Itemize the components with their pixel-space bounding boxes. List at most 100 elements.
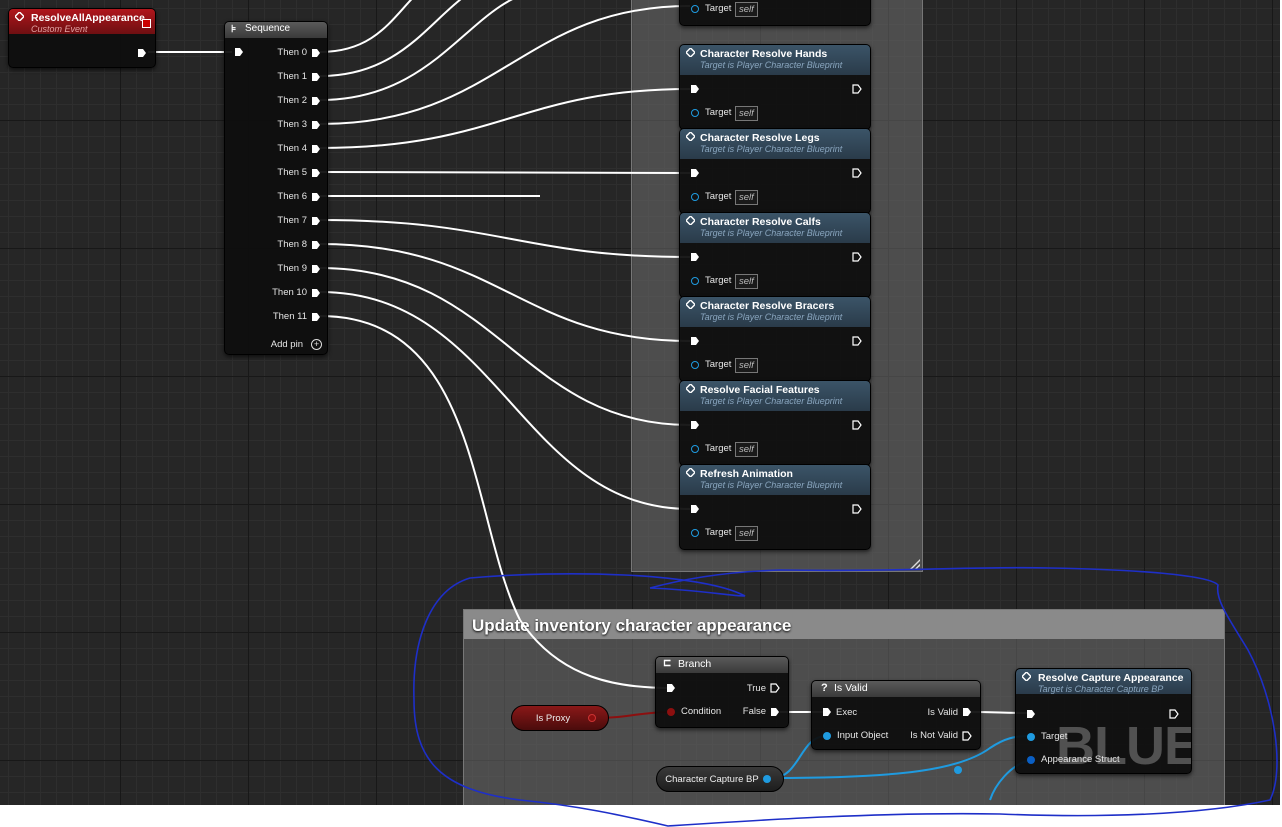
sequence-exec-input-pin[interactable]	[234, 47, 244, 57]
function-target-self-field[interactable]: self	[735, 358, 758, 373]
add-pin-label[interactable]: Add pin	[271, 339, 303, 350]
branch-false-pin[interactable]	[770, 707, 780, 717]
function-target-self-field[interactable]: self	[735, 2, 758, 17]
sequence-output-label: Then 1	[277, 71, 307, 82]
function-node-header[interactable]: Character Resolve Bracers Target is Playe…	[680, 297, 870, 327]
sequence-output-pin[interactable]	[311, 192, 321, 202]
sequence-output-pin[interactable]	[311, 144, 321, 154]
function-node-subtitle: Target is Player Character Blueprint	[700, 228, 843, 238]
is-valid-not-valid-pin[interactable]	[962, 731, 972, 741]
function-call-node[interactable]: Character Resolve Calfs Target is Player …	[679, 212, 871, 298]
function-node-subtitle: Target is Player Character Blueprint	[700, 312, 843, 322]
resolve-capture-exec-input-pin[interactable]	[1026, 709, 1036, 719]
sequence-output-label: Then 9	[277, 263, 307, 274]
custom-event-header[interactable]: ResolveAllAppearance Custom Event	[9, 9, 155, 34]
character-capture-output-pin[interactable]	[763, 775, 771, 783]
function-exec-input-pin[interactable]	[690, 252, 700, 262]
comment-title[interactable]: Update inventory character appearance	[464, 610, 1224, 639]
branch-true-pin[interactable]	[770, 683, 780, 693]
sequence-icon: ⊧	[231, 24, 237, 35]
sequence-output-pin[interactable]	[311, 72, 321, 82]
function-target-self-field[interactable]: self	[735, 190, 758, 205]
function-node-header[interactable]: Character Resolve Hands Target is Player …	[680, 45, 870, 75]
resolve-capture-title: Resolve Capture Appearance	[1038, 672, 1184, 684]
sequence-output-pin[interactable]	[311, 264, 321, 274]
exec-wire-then0	[319, 0, 413, 53]
is-proxy-variable[interactable]: Is Proxy	[511, 705, 609, 731]
sequence-output-pin[interactable]	[311, 216, 321, 226]
function-call-node[interactable]: Character Resolve Legs Target is Player C…	[679, 128, 871, 214]
function-target-pin[interactable]	[691, 5, 699, 13]
function-diamond-icon	[686, 384, 695, 393]
resolve-capture-header[interactable]: Resolve Capture Appearance Target is Cha…	[1016, 669, 1191, 694]
branch-exec-input-pin[interactable]	[666, 683, 676, 693]
branch-header[interactable]: ⊏ Branch	[656, 657, 788, 673]
is-valid-valid-pin[interactable]	[962, 707, 972, 717]
function-node-title: Resolve Facial Features	[700, 384, 820, 396]
function-exec-input-pin[interactable]	[690, 336, 700, 346]
function-call-node[interactable]: Resolve Facial Features Target is Player …	[679, 380, 871, 466]
sequence-output-pin[interactable]	[311, 312, 321, 322]
add-pin-plus-icon[interactable]: +	[311, 339, 322, 350]
function-exec-output-pin[interactable]	[852, 84, 862, 94]
function-call-node[interactable]: Target self	[679, 0, 871, 26]
exec-output-pin[interactable]	[137, 48, 147, 58]
function-call-node[interactable]: Refresh Animation Target is Player Charac…	[679, 464, 871, 550]
branch-node[interactable]: ⊏ Branch True Condition False	[655, 656, 789, 728]
character-capture-variable[interactable]: Character Capture BP	[656, 766, 784, 792]
sequence-header[interactable]: ⊧ Sequence	[225, 22, 327, 38]
function-target-self-field[interactable]: self	[735, 442, 758, 457]
function-call-node[interactable]: Character Resolve Bracers Target is Playe…	[679, 296, 871, 382]
is-proxy-output-pin[interactable]	[588, 714, 596, 722]
is-valid-valid-label: Is Valid	[927, 707, 958, 718]
blueprint-watermark: BLUEPR	[1056, 716, 1191, 774]
sequence-output-pin[interactable]	[311, 288, 321, 298]
sequence-output-pin[interactable]	[311, 168, 321, 178]
resolve-capture-appearance-node[interactable]: Resolve Capture Appearance Target is Cha…	[1015, 668, 1192, 774]
function-exec-input-pin[interactable]	[690, 168, 700, 178]
function-exec-output-pin[interactable]	[852, 168, 862, 178]
function-exec-input-pin[interactable]	[690, 420, 700, 430]
function-node-header[interactable]: Resolve Facial Features Target is Player …	[680, 381, 870, 411]
function-exec-output-pin[interactable]	[852, 252, 862, 262]
function-target-self-field[interactable]: self	[735, 106, 758, 121]
sequence-output-pin[interactable]	[311, 120, 321, 130]
function-target-pin[interactable]	[691, 277, 699, 285]
resolve-capture-target-pin[interactable]	[1027, 733, 1035, 741]
function-diamond-icon	[686, 300, 695, 309]
sequence-output-pin[interactable]	[311, 240, 321, 250]
blueprint-graph-canvas[interactable]: Update inventory character appearance Re…	[0, 0, 1280, 805]
function-target-self-field[interactable]: self	[735, 274, 758, 289]
sequence-output-pin[interactable]	[311, 96, 321, 106]
is-valid-exec-input-pin[interactable]	[822, 707, 832, 717]
function-target-pin[interactable]	[691, 193, 699, 201]
function-target-pin[interactable]	[691, 445, 699, 453]
resize-handle[interactable]	[910, 559, 920, 569]
function-node-header[interactable]: Character Resolve Calfs Target is Player …	[680, 213, 870, 243]
resolve-capture-struct-pin[interactable]	[1027, 756, 1035, 764]
function-exec-output-pin[interactable]	[852, 336, 862, 346]
sequence-output-pin[interactable]	[311, 48, 321, 58]
function-target-pin[interactable]	[691, 529, 699, 537]
is-valid-input-object-pin[interactable]	[823, 732, 831, 740]
function-exec-output-pin[interactable]	[852, 420, 862, 430]
function-diamond-icon	[686, 48, 695, 57]
function-call-node[interactable]: Character Resolve Hands Target is Player …	[679, 44, 871, 130]
custom-event-subtitle: Custom Event	[31, 24, 88, 34]
is-valid-node[interactable]: ? Is Valid Exec Is Valid Input Object Is…	[811, 680, 981, 750]
delegate-pin-icon[interactable]	[142, 19, 151, 28]
is-valid-header[interactable]: ? Is Valid	[812, 681, 980, 697]
sequence-output-label: Then 10	[272, 287, 307, 298]
custom-event-node[interactable]: ResolveAllAppearance Custom Event	[8, 8, 156, 68]
function-target-self-field[interactable]: self	[735, 526, 758, 541]
is-valid-exec-label: Exec	[836, 707, 858, 718]
function-exec-input-pin[interactable]	[690, 504, 700, 514]
function-exec-output-pin[interactable]	[852, 504, 862, 514]
function-target-pin[interactable]	[691, 361, 699, 369]
function-exec-input-pin[interactable]	[690, 84, 700, 94]
branch-condition-pin[interactable]	[667, 708, 675, 716]
sequence-node[interactable]: ⊧ Sequence Then 0 Then 1 Then 2 Then 3 Then …	[224, 21, 328, 355]
function-target-pin[interactable]	[691, 109, 699, 117]
function-node-header[interactable]: Refresh Animation Target is Player Charac…	[680, 465, 870, 495]
function-node-header[interactable]: Character Resolve Legs Target is Player C…	[680, 129, 870, 159]
